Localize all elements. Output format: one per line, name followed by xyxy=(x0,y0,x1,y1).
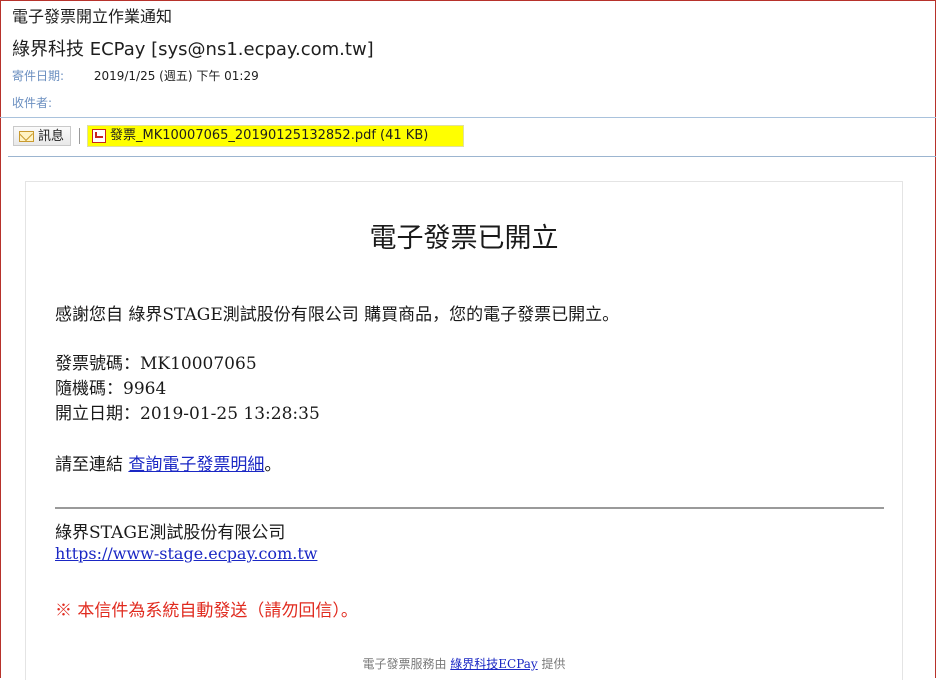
invoice-details-link[interactable]: 查詢電子發票明細 xyxy=(128,455,264,475)
pdf-icon xyxy=(92,129,106,143)
header-divider xyxy=(0,117,936,118)
message-label: 訊息 xyxy=(38,129,65,144)
attachment-divider xyxy=(8,156,936,157)
issue-date: 開立日期：2019-01-25 13:28:35 xyxy=(55,404,320,424)
message-button[interactable]: 訊息 xyxy=(13,126,71,146)
intro-text: 感謝您自 綠界STAGE測試股份有限公司 購買商品，您的電子發票已開立。 xyxy=(55,305,620,325)
recipient-label: 收件者: xyxy=(12,96,53,110)
email-subject: 電子發票開立作業通知 xyxy=(12,7,173,26)
recipient-row: 收件者: xyxy=(12,94,90,111)
auto-send-notice: ※ 本信件為系統自動發送（請勿回信）。 xyxy=(55,601,358,621)
email-body-card: 電子發票已開立 感謝您自 綠界STAGE測試股份有限公司 購買商品，您的電子發票… xyxy=(25,181,903,680)
company-name: 綠界STAGE測試股份有限公司 xyxy=(55,523,286,543)
ecpay-link[interactable]: 綠界科技ECPay xyxy=(450,657,537,671)
invoice-number: 發票號碼：MK10007065 xyxy=(55,354,257,374)
date-row: 寄件日期: 2019/1/25 (週五) 下午 01:29 xyxy=(12,67,259,84)
service-footer: 電子發票服務由 綠界科技ECPay 提供 xyxy=(26,655,902,672)
random-code: 隨機碼：9964 xyxy=(55,379,167,399)
details-link-row: 請至連結 查詢電子發票明細。 xyxy=(55,450,281,475)
company-url-link[interactable]: https://www-stage.ecpay.com.tw xyxy=(55,544,317,563)
date-value: 2019/1/25 (週五) 下午 01:29 xyxy=(93,69,259,83)
toolbar-separator xyxy=(79,128,80,144)
attachment-name: 發票_MK10007065_20190125132852.pdf (41 KB) xyxy=(110,128,429,143)
pdf-attachment[interactable]: 發票_MK10007065_20190125132852.pdf (41 KB) xyxy=(87,125,464,147)
link-prefix: 請至連結 xyxy=(55,455,129,475)
date-label: 寄件日期: xyxy=(12,69,65,83)
email-header: 電子發票開立作業通知 綠界科技 ECPay [sys@ns1.ecpay.com… xyxy=(0,0,936,158)
footer-suffix: 提供 xyxy=(537,657,566,671)
content-divider xyxy=(55,507,884,509)
email-title: 電子發票已開立 xyxy=(369,223,559,254)
footer-prefix: 電子發票服務由 xyxy=(362,657,451,671)
email-sender[interactable]: 綠界科技 ECPay [sys@ns1.ecpay.com.tw] xyxy=(12,35,374,61)
link-suffix: 。 xyxy=(264,455,282,475)
envelope-icon xyxy=(19,131,34,142)
